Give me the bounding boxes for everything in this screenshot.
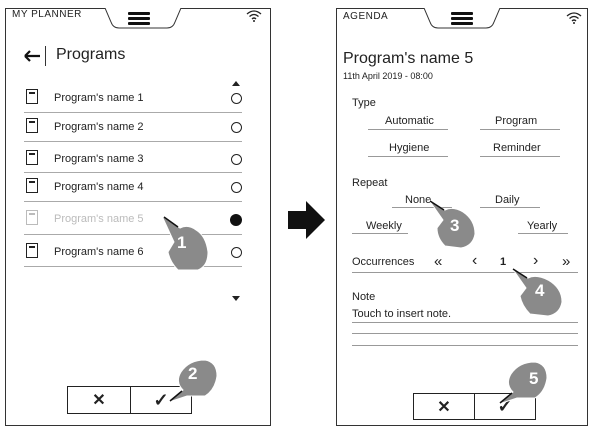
app-title: AGENDA (343, 11, 389, 22)
radio-button[interactable] (231, 93, 242, 104)
menu-icon[interactable] (128, 10, 150, 27)
document-icon (26, 243, 38, 258)
option-underline (480, 156, 560, 157)
radio-button[interactable] (231, 182, 242, 193)
option-underline (480, 207, 540, 208)
step-badge-5: 5 (529, 369, 539, 388)
document-icon (26, 150, 38, 165)
page-title: Programs (56, 46, 126, 63)
type-option-program[interactable]: Program (495, 115, 537, 127)
note-line (352, 333, 578, 334)
type-label: Type (352, 97, 376, 109)
option-underline (352, 233, 408, 234)
step-badge-1: 1 (177, 233, 187, 252)
list-divider (24, 172, 242, 173)
list-item-label[interactable]: Program's name 3 (54, 153, 144, 165)
document-icon (26, 89, 38, 104)
type-option-reminder[interactable]: Reminder (493, 142, 541, 154)
repeat-option-yearly[interactable]: Yearly (527, 220, 557, 232)
option-underline (368, 129, 448, 130)
occurrences-value: 1 (500, 256, 507, 268)
note-label: Note (352, 291, 376, 303)
list-item-label[interactable]: Program's name 4 (54, 181, 144, 193)
list-divider (24, 112, 242, 113)
first-page-icon[interactable]: « (434, 253, 442, 270)
step-badge-2: 2 (188, 364, 198, 383)
next-step-arrow-icon (288, 201, 325, 239)
close-icon: ✕ (437, 398, 451, 416)
radio-button[interactable] (231, 154, 242, 165)
option-underline (518, 233, 568, 234)
list-divider (24, 201, 242, 202)
document-icon (26, 210, 38, 225)
step-badge-3: 3 (450, 216, 460, 235)
repeat-option-daily[interactable]: Daily (495, 194, 519, 206)
option-underline (480, 129, 560, 130)
list-item-label[interactable]: Program's name 6 (54, 246, 144, 258)
list-item-label[interactable]: Program's name 1 (54, 92, 144, 104)
scroll-down-icon[interactable] (232, 296, 240, 302)
occurrences-label: Occurrences (352, 256, 415, 268)
document-icon (26, 178, 38, 193)
note-input[interactable]: Touch to insert note. (352, 308, 451, 320)
note-line (352, 345, 578, 346)
program-title: Program's name 5 (343, 50, 474, 67)
type-option-automatic[interactable]: Automatic (385, 115, 434, 127)
type-option-hygiene[interactable]: Hygiene (389, 142, 429, 154)
list-item-label[interactable]: Program's name 5 (54, 213, 144, 225)
step-badge-4: 4 (535, 281, 545, 300)
app-title: MY PLANNER (12, 9, 82, 20)
hand-pointer-icon (498, 361, 548, 405)
list-item-label[interactable]: Program's name 2 (54, 121, 144, 133)
radio-button[interactable] (231, 247, 242, 258)
wifi-icon (246, 10, 262, 22)
previous-icon[interactable]: ‹ (472, 252, 477, 270)
wifi-icon (566, 12, 582, 24)
scroll-up-icon[interactable] (232, 81, 240, 87)
list-divider (24, 141, 242, 142)
cancel-button[interactable]: ✕ (413, 393, 475, 420)
option-underline (368, 156, 448, 157)
radio-button-selected[interactable] (230, 214, 242, 226)
title-divider (45, 46, 46, 66)
cancel-button[interactable]: ✕ (67, 386, 131, 414)
repeat-option-weekly[interactable]: Weekly (366, 220, 402, 232)
program-datetime: 11th April 2019 - 08:00 (343, 71, 433, 81)
menu-icon[interactable] (451, 10, 473, 27)
note-line (352, 322, 578, 323)
back-arrow-icon[interactable] (24, 50, 42, 62)
repeat-label: Repeat (352, 177, 388, 189)
radio-button[interactable] (231, 122, 242, 133)
close-icon: ✕ (92, 392, 106, 409)
document-icon (26, 118, 38, 133)
